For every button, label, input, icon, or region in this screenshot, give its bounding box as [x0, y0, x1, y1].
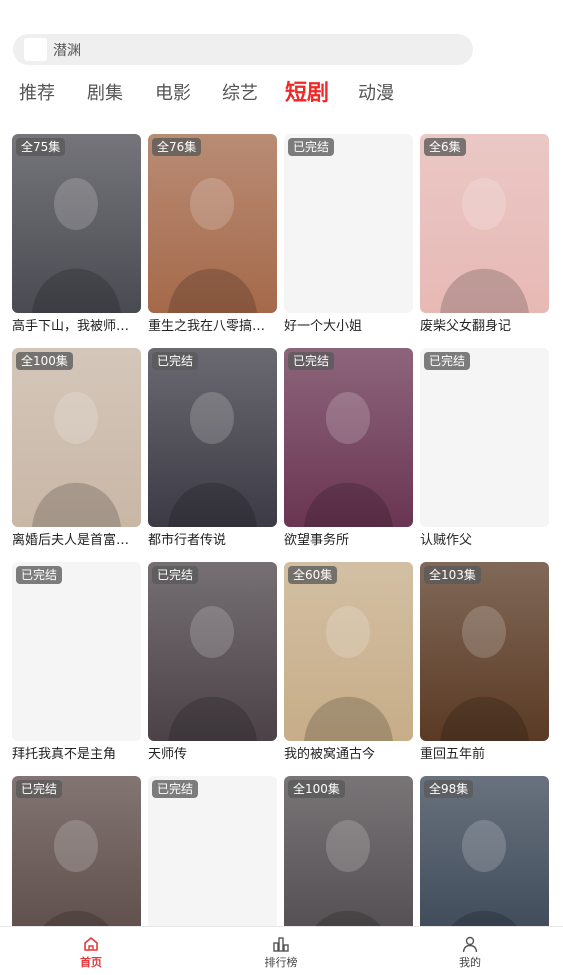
episode-badge: 已完结: [424, 352, 471, 370]
chart-icon: [273, 937, 289, 952]
drama-card[interactable]: 已完结天师传: [148, 562, 277, 764]
drama-title[interactable]: 重回五年前: [420, 746, 549, 764]
drama-title[interactable]: 废柴父女翻身记: [420, 318, 549, 336]
drama-card[interactable]: 已完结好一个大小姐: [284, 134, 413, 336]
drama-poster[interactable]: 全60集: [284, 562, 413, 741]
drama-card[interactable]: 已完结认贼作父: [420, 348, 549, 550]
category-tabs: 推荐 剧集 电影 综艺 短剧 动漫: [0, 78, 563, 112]
tab-variety[interactable]: 综艺: [222, 78, 258, 110]
tab-movie[interactable]: 电影: [155, 78, 191, 110]
drama-title[interactable]: 重生之我在八零搞纯...: [148, 318, 277, 336]
episode-badge: 已完结: [152, 352, 199, 370]
search-icon: [24, 38, 47, 61]
episode-badge: 全103集: [424, 566, 481, 584]
episode-badge: 全6集: [424, 138, 466, 156]
drama-card[interactable]: 全76集重生之我在八零搞纯...: [148, 134, 277, 336]
drama-title[interactable]: 欲望事务所: [284, 532, 413, 550]
home-icon: [84, 937, 98, 951]
tab-recommend[interactable]: 推荐: [19, 78, 55, 110]
poster-image: [284, 348, 413, 527]
drama-title[interactable]: 天师传: [148, 746, 277, 764]
app-root: 潜渊 推荐 剧集 电影 综艺 短剧 动漫 全75集 高手下山，我被师姐... 全76…: [0, 0, 563, 975]
drama-title[interactable]: 拜托我真不是主角: [12, 746, 141, 764]
nav-mine-label: 我的: [459, 956, 481, 969]
drama-title[interactable]: 离婚后夫人是首富千...: [12, 532, 141, 550]
drama-title[interactable]: 好一个大小姐: [284, 318, 413, 336]
episode-badge: 已完结: [288, 138, 335, 156]
drama-title[interactable]: 高手下山，我被师姐...: [12, 318, 141, 336]
drama-poster[interactable]: 已完结: [284, 134, 413, 313]
drama-card[interactable]: 已完结拜托我真不是主角: [12, 562, 141, 764]
drama-card[interactable]: 全6集废柴父女翻身记: [420, 134, 549, 336]
poster-image: [148, 134, 277, 313]
episode-badge: 已完结: [16, 566, 63, 584]
drama-poster[interactable]: 已完结: [148, 348, 277, 527]
episode-badge: 已完结: [152, 780, 199, 798]
drama-card[interactable]: 全100集离婚后夫人是首富千...: [12, 348, 141, 550]
drama-card[interactable]: 全60集我的被窝通古今: [284, 562, 413, 764]
episode-badge: 已完结: [152, 566, 199, 584]
drama-poster[interactable]: 已完结: [148, 562, 277, 741]
drama-card[interactable]: 已完结都市行者传说: [148, 348, 277, 550]
drama-poster[interactable]: 已完结: [420, 348, 549, 527]
drama-poster[interactable]: 已完结: [284, 348, 413, 527]
search-bar[interactable]: 潜渊: [13, 34, 473, 65]
drama-card[interactable]: 已完结欲望事务所: [284, 348, 413, 550]
search-text: 潜渊: [53, 42, 81, 59]
episode-badge: 全75集: [16, 138, 66, 156]
drama-poster[interactable]: 已完结: [12, 562, 141, 741]
drama-poster[interactable]: 全6集: [420, 134, 549, 313]
poster-image: [12, 348, 141, 527]
drama-title[interactable]: 我的被窝通古今: [284, 746, 413, 764]
drama-poster[interactable]: 全103集: [420, 562, 549, 741]
poster-image: [420, 562, 549, 741]
poster-image: [420, 134, 549, 313]
drama-poster[interactable]: 全76集: [148, 134, 277, 313]
tab-short-drama[interactable]: 短剧: [285, 78, 329, 110]
nav-home-label: 首页: [80, 956, 102, 969]
nav-ranking-label: 排行榜: [264, 956, 298, 969]
poster-image: [148, 348, 277, 527]
drama-poster[interactable]: 全75集: [12, 134, 141, 313]
episode-badge: 全76集: [152, 138, 202, 156]
drama-title[interactable]: 都市行者传说: [148, 532, 277, 550]
episode-badge: 全98集: [424, 780, 474, 798]
nav-mine[interactable]: 我的: [430, 927, 510, 975]
drama-card[interactable]: 全75集高手下山，我被师姐...: [12, 134, 141, 336]
nav-home[interactable]: 首页: [51, 927, 131, 975]
drama-card[interactable]: 全103集重回五年前: [420, 562, 549, 764]
tab-series[interactable]: 剧集: [87, 78, 123, 110]
drama-title[interactable]: 认贼作父: [420, 532, 549, 550]
poster-image: [148, 562, 277, 741]
user-icon: [462, 936, 478, 953]
tab-anime[interactable]: 动漫: [358, 78, 394, 110]
poster-image: [284, 562, 413, 741]
episode-badge: 全100集: [16, 352, 73, 370]
bottom-nav: 首页 排行榜 我的: [0, 926, 563, 975]
episode-badge: 全100集: [288, 780, 345, 798]
episode-badge: 全60集: [288, 566, 338, 584]
nav-ranking[interactable]: 排行榜: [241, 927, 321, 975]
drama-poster[interactable]: 全100集: [12, 348, 141, 527]
poster-image: [12, 134, 141, 313]
episode-badge: 已完结: [288, 352, 335, 370]
episode-badge: 已完结: [16, 780, 63, 798]
